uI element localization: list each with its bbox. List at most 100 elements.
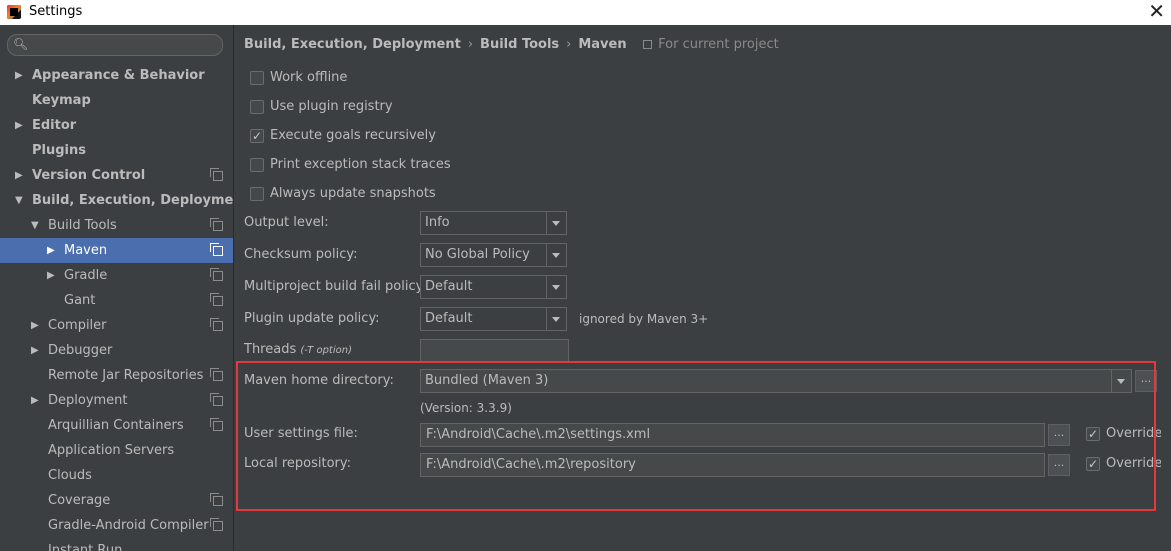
threads-hint: (-T option)	[300, 345, 352, 356]
search-input[interactable]: 🔍︎	[7, 34, 223, 56]
sidebar-item-label: Deployment	[48, 393, 128, 408]
close-icon[interactable]: ✕	[1148, 0, 1165, 23]
maven-settings-panel: Build, Execution, Deployment › Build Tools…	[234, 25, 1171, 551]
checksum-policy-select[interactable]: No Global Policy	[420, 243, 567, 267]
option-checkbox[interactable]	[250, 71, 264, 85]
sidebar-item[interactable]: Gradle-Android Compiler	[0, 513, 233, 538]
sidebar-item[interactable]: Keymap	[0, 88, 233, 113]
copy-icon	[643, 40, 653, 49]
chevron-down-icon[interactable]	[546, 308, 566, 330]
chevron-down-icon[interactable]	[546, 212, 566, 234]
sidebar-item[interactable]: ▶ Editor	[0, 113, 233, 138]
sidebar-item-label: Coverage	[48, 493, 111, 508]
breadcrumb-separator: ›	[566, 37, 572, 52]
project-scope-label: For current project	[658, 37, 779, 52]
sidebar-item[interactable]: ▶ Version Control	[0, 163, 233, 188]
option-label: Use plugin registry	[270, 99, 393, 114]
sidebar-item[interactable]: ▶ Deployment	[0, 388, 233, 413]
option-checkbox[interactable]	[250, 158, 264, 172]
sidebar-item[interactable]: ▶ Gradle	[0, 263, 233, 288]
expand-right-icon[interactable]: ▶	[47, 238, 55, 263]
expand-right-icon[interactable]: ▶	[15, 113, 23, 138]
multiproject-fail-select[interactable]: Default	[420, 275, 567, 299]
threads-input[interactable]	[420, 339, 569, 363]
maven-home-browse-button[interactable]: ...	[1135, 370, 1157, 392]
breadcrumb: Build, Execution, Deployment › Build Tools…	[244, 37, 779, 52]
sidebar-item[interactable]: Plugins	[0, 138, 233, 163]
sidebar-item-label: Application Servers	[48, 443, 175, 458]
project-level-icon	[210, 493, 223, 506]
project-level-icon	[210, 218, 223, 231]
sidebar-item[interactable]: Application Servers	[0, 438, 233, 463]
expand-down-icon[interactable]: ▼	[31, 213, 39, 238]
option-checkbox[interactable]	[250, 187, 264, 201]
sidebar-item[interactable]: ▶ Debugger	[0, 338, 233, 363]
multiproject-fail-value: Default	[425, 279, 473, 294]
user-settings-value: F:\Android\Cache\.m2\settings.xml	[426, 427, 651, 442]
override-checkbox[interactable]	[1086, 454, 1100, 474]
checksum-policy-value: No Global Policy	[425, 247, 530, 262]
chevron-down-icon[interactable]	[1111, 370, 1131, 392]
user-settings-input[interactable]: F:\Android\Cache\.m2\settings.xml	[420, 423, 1045, 447]
override-label: Override	[1106, 456, 1163, 471]
maven-home-value: Bundled (Maven 3)	[425, 373, 549, 388]
breadcrumb-item: Maven	[578, 37, 627, 52]
sidebar-item[interactable]: ▶ Maven	[0, 238, 233, 263]
sidebar-item-label: Build, Execution, Deployment	[32, 193, 234, 208]
sidebar-item[interactable]: ▶ Compiler	[0, 313, 233, 338]
sidebar-item[interactable]: Clouds	[0, 463, 233, 488]
sidebar-item-label: Remote Jar Repositories	[48, 368, 204, 383]
local-repo-label: Local repository:	[244, 456, 351, 471]
intellij-logo-icon	[7, 5, 21, 19]
sidebar-item-label: Arquillian Containers	[48, 418, 184, 433]
user-settings-label: User settings file:	[244, 426, 358, 441]
breadcrumb-item: Build, Execution, Deployment	[244, 37, 461, 52]
sidebar-item[interactable]: ▼ Build Tools	[0, 213, 233, 238]
option-checkbox[interactable]	[250, 126, 264, 146]
local-repo-input[interactable]: F:\Android\Cache\.m2\repository	[420, 453, 1045, 477]
maven-version-label: (Version: 3.3.9)	[420, 401, 512, 415]
option-checkbox[interactable]	[250, 100, 264, 114]
option-label: Always update snapshots	[270, 186, 436, 201]
sidebar-item-label: Editor	[32, 118, 77, 133]
override-checkbox[interactable]	[1086, 424, 1100, 444]
chevron-down-icon[interactable]	[546, 244, 566, 266]
breadcrumb-item: Build Tools	[480, 37, 560, 52]
expand-right-icon[interactable]: ▶	[15, 163, 23, 188]
override-label: Override	[1106, 426, 1163, 441]
multiproject-fail-label: Multiproject build fail policy:	[244, 279, 427, 294]
expand-right-icon[interactable]: ▶	[15, 63, 23, 88]
expand-right-icon[interactable]: ▶	[31, 313, 39, 338]
expand-right-icon[interactable]: ▶	[31, 388, 39, 413]
sidebar-item[interactable]: Arquillian Containers	[0, 413, 233, 438]
sidebar-item-label: Plugins	[32, 143, 86, 158]
project-level-icon	[210, 318, 223, 331]
project-scope-note: For current project	[643, 37, 779, 52]
sidebar-item[interactable]: Instant Run	[0, 538, 233, 551]
expand-right-icon[interactable]: ▶	[31, 338, 39, 363]
user-settings-browse-button[interactable]: ...	[1048, 424, 1070, 446]
sidebar-item[interactable]: Remote Jar Repositories	[0, 363, 233, 388]
option-label: Print exception stack traces	[270, 157, 451, 172]
maven-home-label: Maven home directory:	[244, 373, 394, 388]
output-level-select[interactable]: Info	[420, 211, 567, 235]
maven-home-select[interactable]: Bundled (Maven 3)	[420, 369, 1132, 393]
project-level-icon	[210, 368, 223, 381]
sidebar-item[interactable]: Coverage	[0, 488, 233, 513]
sidebar-item[interactable]: ▶ Appearance & Behavior	[0, 63, 233, 88]
sidebar-item[interactable]: ▼ Build, Execution, Deployment	[0, 188, 233, 213]
local-repo-browse-button[interactable]: ...	[1048, 454, 1070, 476]
expand-right-icon[interactable]: ▶	[47, 263, 55, 288]
local-repo-value: F:\Android\Cache\.m2\repository	[426, 457, 636, 472]
output-level-label: Output level:	[244, 215, 329, 230]
plugin-update-select[interactable]: Default	[420, 307, 567, 331]
sidebar-item[interactable]: Gant	[0, 288, 233, 313]
plugin-update-note: ignored by Maven 3+	[579, 312, 709, 326]
expand-down-icon[interactable]: ▼	[15, 188, 23, 213]
output-level-value: Info	[425, 215, 450, 230]
sidebar-item-label: Instant Run	[48, 543, 123, 551]
project-level-icon	[210, 243, 223, 256]
option-label: Work offline	[270, 70, 348, 85]
sidebar-item-label: Gradle-Android Compiler	[48, 518, 209, 533]
chevron-down-icon[interactable]	[546, 276, 566, 298]
